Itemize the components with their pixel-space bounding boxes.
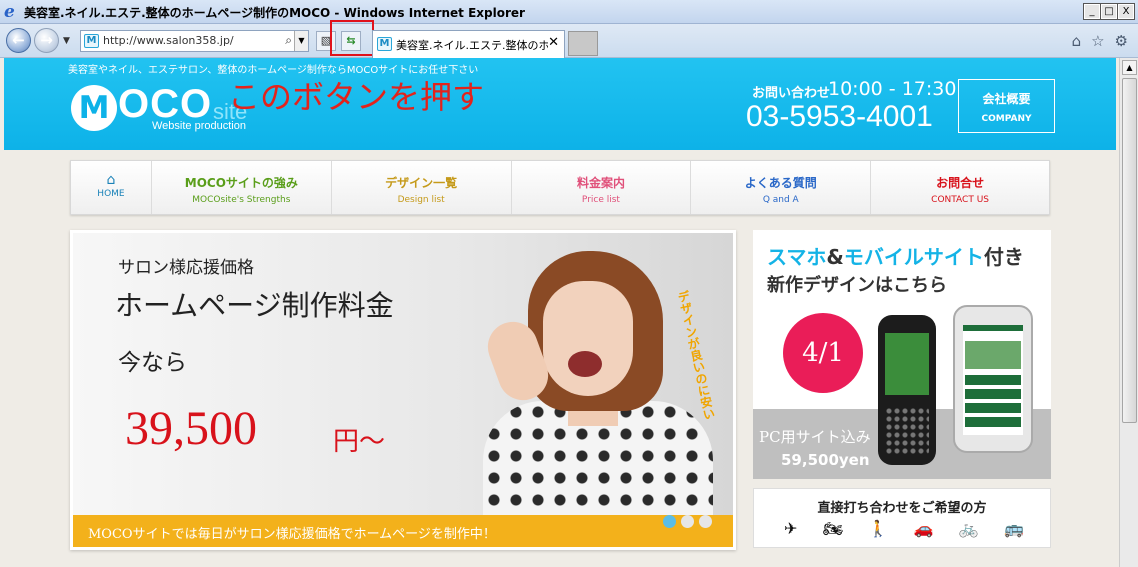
- menu-label-en: Design list: [397, 195, 445, 205]
- transport-icons: ✈ 🏍 🚶 🚗 🚲 🚌: [784, 519, 1024, 538]
- car-icon: 🚗: [913, 519, 934, 538]
- feature-phone-image: [878, 315, 936, 465]
- company-button[interactable]: 会社概要 COMPANY: [958, 79, 1055, 133]
- menu-item-price[interactable]: 料金案内 Price list: [512, 161, 692, 214]
- window-controls: _ □ X: [1083, 3, 1135, 20]
- history-dropdown-icon[interactable]: ▼: [63, 36, 70, 46]
- airplane-icon: ✈: [784, 519, 798, 538]
- slider-dot[interactable]: [663, 515, 676, 528]
- site-favicon-icon: M: [84, 34, 99, 48]
- minimize-button[interactable]: _: [1083, 3, 1101, 20]
- banner-price-unit: 円～: [333, 427, 386, 457]
- promo-pc-label: PC用サイト込み: [759, 428, 871, 446]
- menu-label-jp: デザイン一覧: [385, 176, 458, 190]
- banner-footer: MOCOサイトでは毎日がサロン様応援価格でホームページを制作中！: [73, 515, 733, 547]
- window-title: 美容室.ネイル.エステ.整体のホームページ制作のMOCO - Windows I…: [24, 6, 525, 20]
- maximize-button[interactable]: □: [1100, 3, 1118, 20]
- tab-close-icon[interactable]: ✕: [548, 35, 559, 50]
- contact-title: 直接打ち合わせをご希望の方: [817, 501, 987, 516]
- phone-hours: 10:00 - 17:30: [828, 78, 957, 100]
- browser-command-icons: ⌂ ☆ ⚙: [1072, 32, 1128, 50]
- logo-subtitle: Website production: [152, 120, 246, 132]
- forward-button[interactable]: →: [34, 28, 59, 53]
- home-icon: ⌂: [106, 172, 116, 188]
- search-icon[interactable]: ⌕: [285, 33, 292, 48]
- menu-item-contact[interactable]: お問合せ CONTACT US: [871, 161, 1049, 214]
- promo-price: 59,500yen: [781, 451, 870, 469]
- menu-home-label: HOME: [97, 189, 125, 199]
- page-viewport: 美容室やネイル、エステサロン、整体のホームページ制作ならMOCOサイトにお任せ下…: [0, 58, 1119, 567]
- menu-item-faq[interactable]: よくある質問 Q and A: [691, 161, 872, 214]
- window-titlebar: e 美容室.ネイル.エステ.整体のホームページ制作のMOCO - Windows…: [0, 0, 1138, 24]
- new-tab-button[interactable]: [568, 31, 598, 56]
- tools-gear-icon[interactable]: ⚙: [1115, 32, 1128, 50]
- promo-line1: スマホ&モバイルサイト付き: [767, 241, 1024, 270]
- menu-item-home[interactable]: ⌂ HOME: [71, 161, 152, 214]
- menu-label-jp: 料金案内: [576, 176, 625, 190]
- slider-dot[interactable]: [699, 515, 712, 528]
- banner-line1: サロン様応援価格: [118, 258, 254, 278]
- menu-label-en: Q and A: [762, 195, 799, 205]
- bus-icon: 🚌: [1004, 519, 1024, 538]
- menu-label-jp: MOCOサイトの強み: [184, 176, 298, 190]
- menu-item-design[interactable]: デザイン一覧 Design list: [332, 161, 512, 214]
- favorites-star-icon[interactable]: ☆: [1091, 32, 1104, 50]
- instruction-annotation: このボタンを押す: [228, 78, 485, 116]
- tab-favicon-icon: M: [377, 37, 392, 51]
- close-window-button[interactable]: X: [1117, 3, 1135, 20]
- banner-footer-text: MOCOサイトでは毎日がサロン様応援価格でホームページを制作中！: [88, 527, 496, 542]
- promo-date-badge: 4/1: [783, 313, 863, 393]
- direct-meeting-box[interactable]: 直接打ち合わせをご希望の方 ✈ 🏍 🚶 🚗 🚲 🚌: [753, 488, 1051, 548]
- phone-label: お問い合わせ: [752, 86, 831, 101]
- home-icon[interactable]: ⌂: [1072, 32, 1082, 50]
- phone-number: 03-5953-4001: [746, 100, 933, 133]
- slider-dot[interactable]: [681, 515, 694, 528]
- vertical-scrollbar[interactable]: ▲: [1119, 58, 1138, 567]
- hero-banner[interactable]: サロン様応援価格 ホームページ制作料金 今なら 39,500 円～ デザインが良…: [70, 230, 736, 550]
- smartphone-image: [953, 305, 1033, 453]
- site-header: 美容室やネイル、エステサロン、整体のホームページ制作ならMOCOサイトにお任せ下…: [4, 58, 1116, 150]
- main-menu: ⌂ HOME MOCOサイトの強み MOCOsite's Strengths デ…: [70, 160, 1050, 215]
- promo-line2: 新作デザインはこちら: [767, 275, 947, 296]
- banner-line2: ホームページ制作料金: [115, 289, 394, 322]
- walking-icon: 🚶: [868, 519, 889, 538]
- menu-label-en: MOCOsite's Strengths: [192, 195, 291, 205]
- scroll-thumb[interactable]: [1122, 78, 1137, 423]
- address-dropdown-icon[interactable]: ▼: [294, 31, 308, 51]
- menu-label-en: CONTACT US: [931, 195, 989, 205]
- company-label-jp: 会社概要: [982, 92, 1031, 106]
- tab-title[interactable]: 美容室.ネイル.エステ.整体のホ...: [396, 37, 548, 53]
- motorcycle-icon: 🏍: [822, 519, 844, 538]
- menu-item-strengths[interactable]: MOCOサイトの強み MOCOsite's Strengths: [152, 161, 332, 214]
- back-button[interactable]: ←: [6, 28, 31, 53]
- promo-with: 付き: [983, 245, 1024, 269]
- address-url[interactable]: http://www.salon358.jp/: [103, 34, 234, 47]
- browser-tab[interactable]: M 美容室.ネイル.エステ.整体のホ... ✕: [372, 30, 565, 58]
- ie-logo-icon: e: [4, 2, 15, 22]
- banner-price: 39,500: [125, 402, 257, 455]
- slider-dots: [663, 515, 712, 528]
- menu-label-jp: よくある質問: [744, 176, 817, 190]
- promo-smartphone: スマホ: [767, 245, 827, 269]
- promo-mobile-site: モバイルサイト: [843, 245, 984, 269]
- promo-ampersand: &: [826, 245, 844, 269]
- menu-label-jp: お問合せ: [936, 176, 985, 190]
- menu-label-en: Price list: [581, 195, 620, 205]
- banner-line3: 今なら: [118, 350, 187, 376]
- refresh-highlight-box: [330, 20, 374, 56]
- scroll-up-icon[interactable]: ▲: [1122, 60, 1137, 75]
- mobile-promo-banner[interactable]: スマホ&モバイルサイト付き 新作デザインはこちら 4/1 PC用サイト込み 59…: [753, 230, 1051, 479]
- bicycle-icon: 🚲: [958, 519, 979, 538]
- company-label-en: COMPANY: [981, 114, 1032, 124]
- logo-mark[interactable]: M: [71, 85, 117, 131]
- address-bar[interactable]: M http://www.salon358.jp/ ⌕ ▼: [80, 30, 309, 52]
